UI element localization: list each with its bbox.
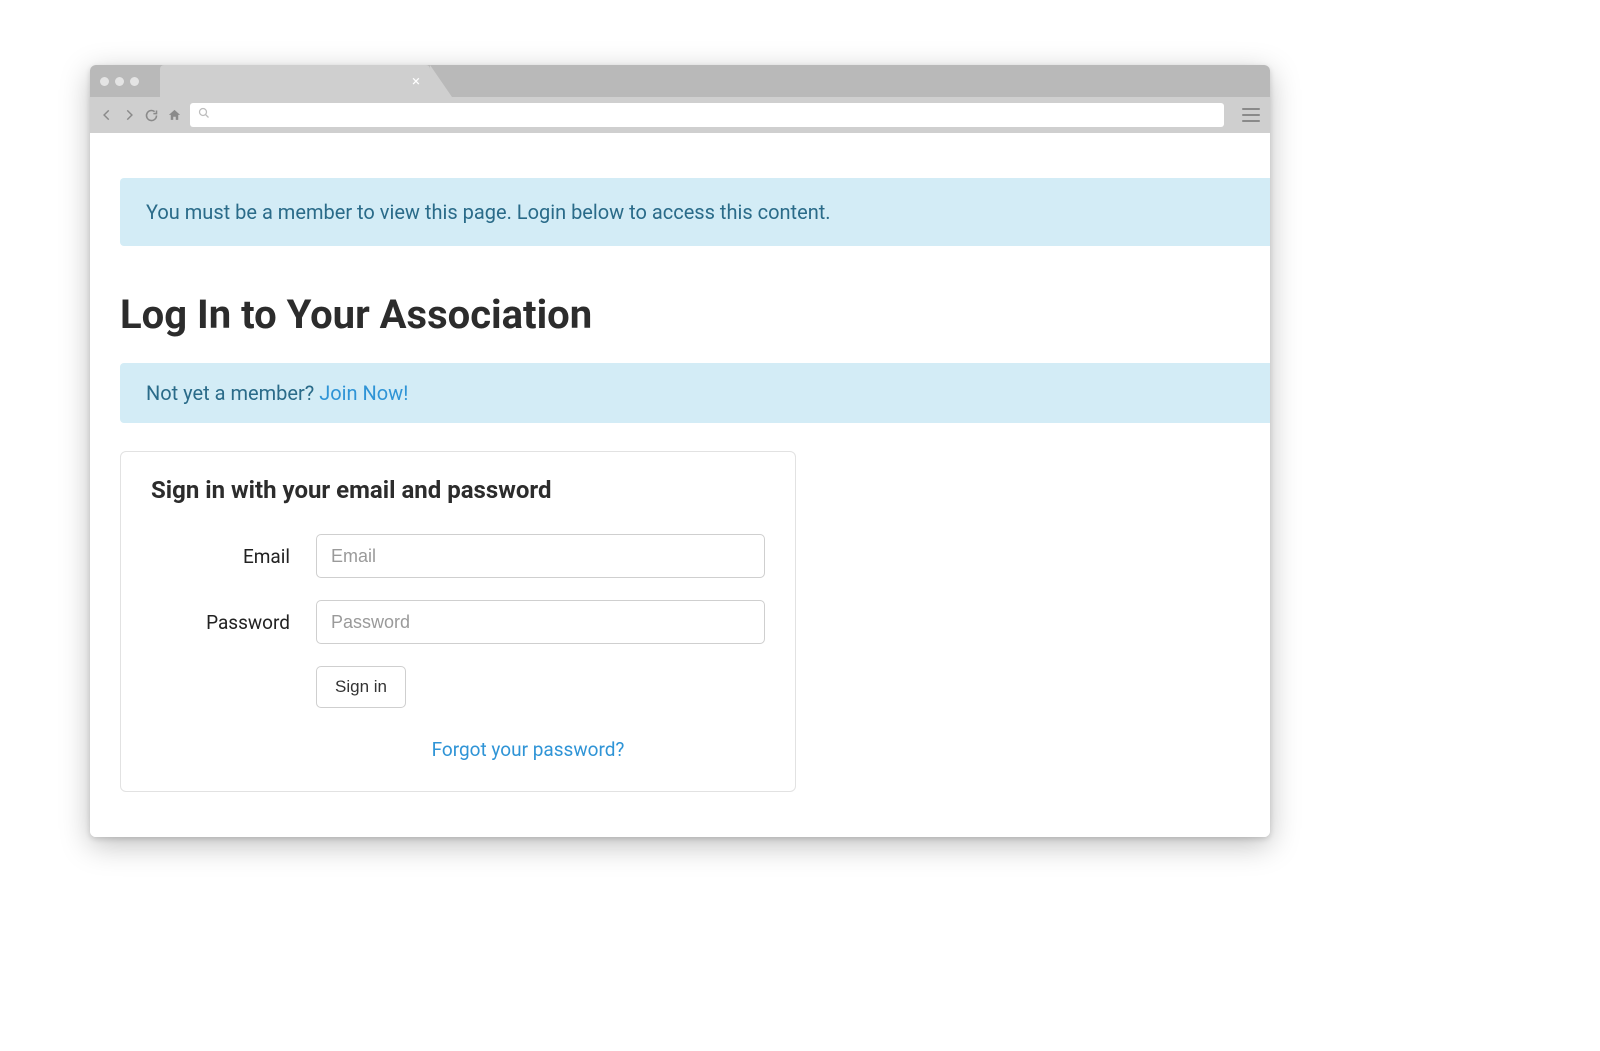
join-now-link[interactable]: Join Now!: [319, 381, 408, 405]
sign-in-button[interactable]: Sign in: [316, 666, 406, 708]
forward-icon[interactable]: [122, 108, 136, 122]
home-icon[interactable]: [167, 108, 182, 123]
page-title: Log In to Your Association: [120, 291, 1270, 338]
back-icon[interactable]: [100, 108, 114, 122]
browser-nav-bar: [90, 97, 1270, 133]
browser-window: × You must be a member to view this page…: [90, 65, 1270, 837]
password-label: Password: [151, 611, 316, 634]
menu-icon[interactable]: [1242, 108, 1260, 122]
member-required-alert: You must be a member to view this page. …: [120, 178, 1270, 246]
email-row: Email: [151, 534, 765, 578]
login-card-heading: Sign in with your email and password: [151, 476, 765, 504]
password-field[interactable]: [316, 600, 765, 644]
join-info-bar: Not yet a member? Join Now!: [120, 363, 1270, 423]
forgot-password-link[interactable]: Forgot your password?: [432, 738, 625, 761]
join-info-prefix: Not yet a member?: [146, 381, 319, 405]
window-dot-maximize[interactable]: [130, 77, 139, 86]
browser-tab-bar: ×: [90, 65, 1270, 97]
page-content: You must be a member to view this page. …: [90, 133, 1270, 837]
email-field[interactable]: [316, 534, 765, 578]
reload-icon[interactable]: [144, 108, 159, 123]
forgot-row: Forgot your password?: [151, 738, 765, 761]
close-tab-icon[interactable]: ×: [412, 74, 420, 89]
search-icon: [198, 107, 210, 123]
email-label: Email: [151, 545, 316, 568]
submit-row: Sign in: [151, 666, 765, 708]
address-bar[interactable]: [190, 103, 1224, 127]
browser-tab[interactable]: ×: [160, 65, 430, 97]
login-card: Sign in with your email and password Ema…: [120, 451, 796, 792]
window-dot-close[interactable]: [100, 77, 109, 86]
window-dot-minimize[interactable]: [115, 77, 124, 86]
tab-slope-decoration: [430, 65, 452, 97]
password-row: Password: [151, 600, 765, 644]
